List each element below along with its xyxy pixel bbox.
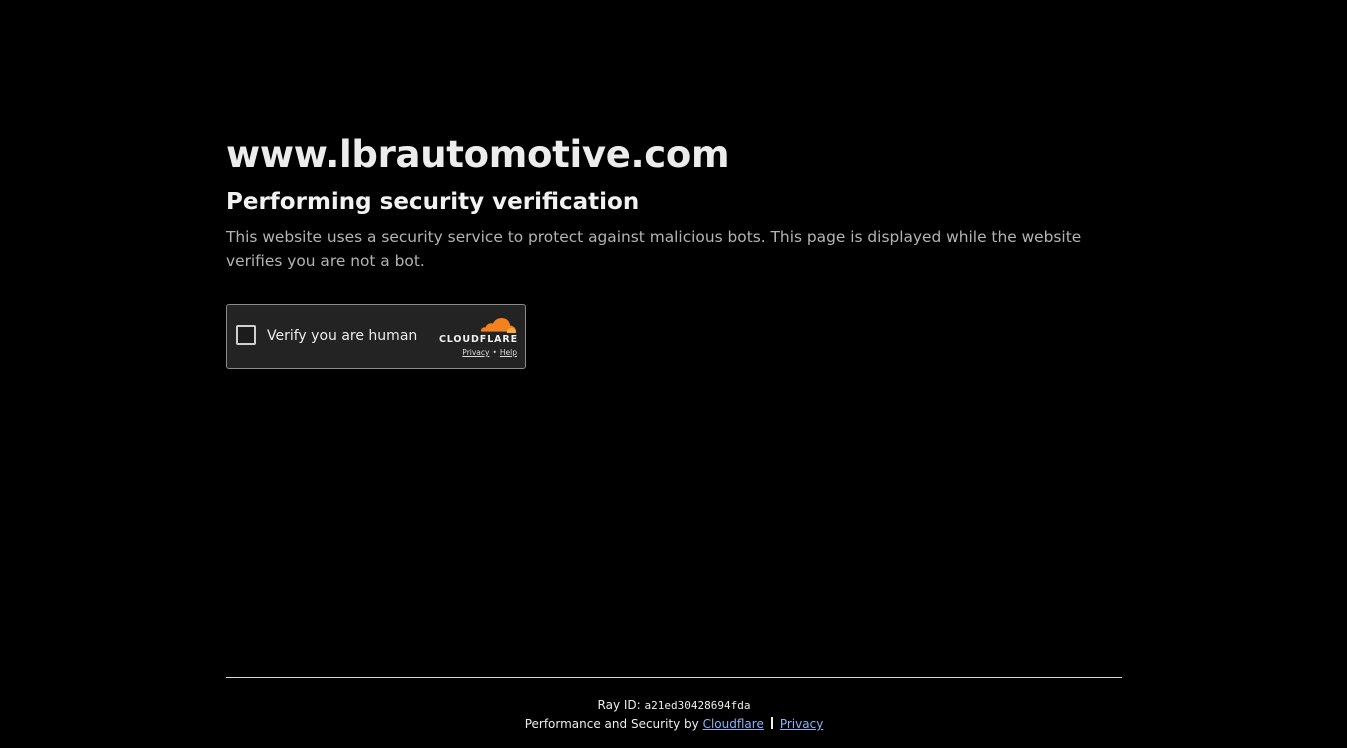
footer-privacy-link[interactable]: Privacy [780,717,823,731]
link-separator: • [492,348,497,357]
challenge-page: www.lbrautomotive.com Performing securit… [226,0,1122,748]
site-domain-title: www.lbrautomotive.com [226,133,730,176]
verify-checkbox[interactable] [236,325,256,345]
widget-help-link[interactable]: Help [500,348,517,357]
footer-separator [770,717,773,729]
cloudflare-wordmark: CLOUDFLARE [438,334,518,345]
footer-divider [226,677,1122,678]
cloudflare-link[interactable]: Cloudflare [703,717,764,731]
widget-privacy-link[interactable]: Privacy [462,348,489,357]
performance-line: Performance and Security by Cloudflare Pr… [226,715,1122,734]
page-heading: Performing security verification [226,189,640,215]
page-description: This website uses a security service to … [226,228,1082,270]
turnstile-widget: Verify you are human CLOUDFLARE Privacy •… [226,304,526,369]
ray-id-label: Ray ID: [597,698,641,712]
ray-id-value: a21ed30428694fda [644,699,751,712]
ray-id-line: Ray ID: a21ed30428694fda [226,696,1122,715]
widget-links: Privacy • Help [462,348,517,358]
cloudflare-cloud-icon [480,318,516,333]
performance-text: Performance and Security by [524,717,699,731]
verify-label[interactable]: Verify you are human [267,327,417,345]
footer: Ray ID: a21ed30428694fda Performance and… [226,696,1122,734]
cloudflare-logo: CLOUDFLARE [438,315,518,345]
